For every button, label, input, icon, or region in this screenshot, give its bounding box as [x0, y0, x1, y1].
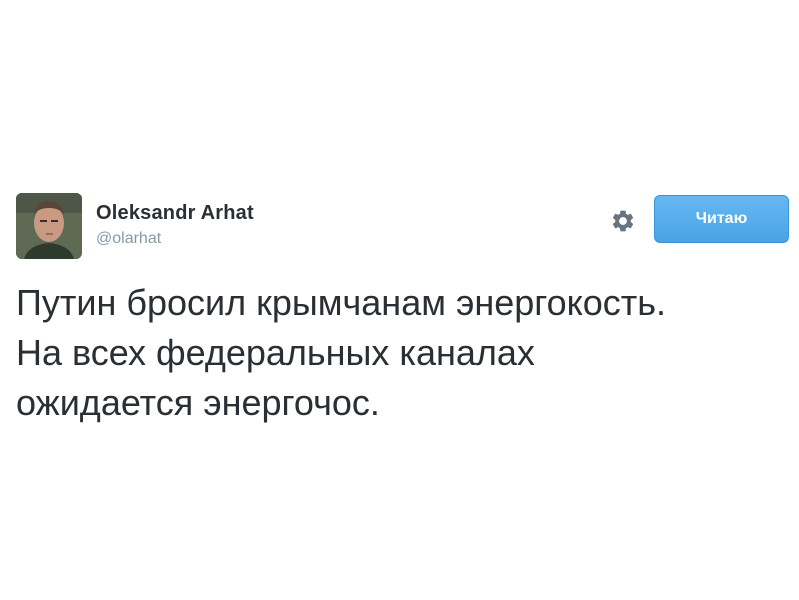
- tweet-card: Oleksandr Arhat @olarhat Читаю Путин бро…: [0, 0, 799, 600]
- tweet-text-line: На всех федеральных каналах: [16, 332, 535, 373]
- tweet-text-line: Путин бросил крымчанам энергокость.: [16, 282, 667, 323]
- author-display-name[interactable]: Oleksandr Arhat: [96, 202, 254, 225]
- follow-button[interactable]: Читаю: [654, 195, 789, 243]
- avatar-image: [16, 193, 82, 259]
- tweet-text-line: ожидается энергочос.: [16, 382, 380, 423]
- tweet-text: Путин бросил крымчанам энергокость. На в…: [16, 278, 786, 428]
- gear-icon: [612, 210, 634, 232]
- settings-button[interactable]: [608, 206, 638, 236]
- author-handle[interactable]: @olarhat: [96, 230, 161, 248]
- avatar[interactable]: [16, 193, 82, 259]
